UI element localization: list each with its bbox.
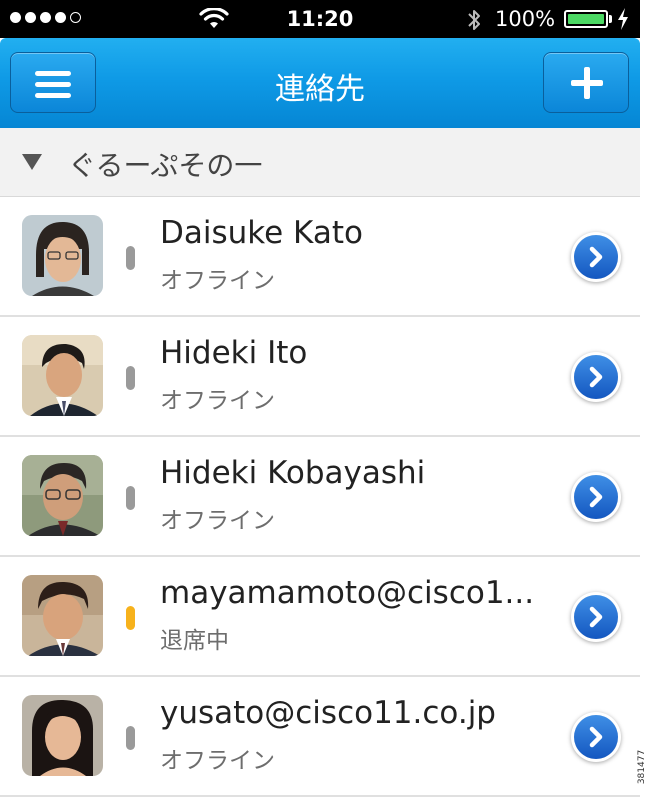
chevron-right-icon [589,606,603,628]
navigation-bar: 連絡先 [0,38,640,129]
contact-name: Hideki Kobayashi [160,455,426,491]
battery-percentage: 100% [495,7,556,31]
chevron-right-icon [589,486,603,508]
status-bar: 11:20 100% [0,0,640,38]
contact-row[interactable]: Hideki Ito オフライン [0,317,640,437]
contact-status: オフライン [160,268,275,294]
presence-indicator [126,246,135,270]
chevron-right-icon [589,246,603,268]
contact-detail-button[interactable] [574,475,618,519]
contact-row[interactable]: yusato@cisco11.co.jp オフライン [0,677,640,797]
avatar [22,455,103,536]
presence-indicator [126,606,135,630]
presence-indicator [126,366,135,390]
contact-row[interactable]: mayamamoto@cisco1... 退席中 [0,557,640,677]
contact-status: 退席中 [160,628,229,654]
contact-name: Hideki Ito [160,335,308,371]
group-header[interactable]: ぐるーぷその一 [0,128,640,197]
contact-name: mayamamoto@cisco1... [160,575,535,611]
group-name: ぐるーぷその一 [68,149,263,182]
avatar [22,215,103,296]
contacts-screen: 11:20 100% 連絡先 ぐるーぷその一 Daisuke Kato オフライ… [0,0,640,800]
contact-detail-button[interactable] [574,595,618,639]
contact-status: オフライン [160,508,275,534]
contact-row[interactable]: Hideki Kobayashi オフライン [0,437,640,557]
contact-detail-button[interactable] [574,715,618,759]
contact-status: オフライン [160,388,275,414]
presence-indicator [126,486,135,510]
contact-detail-button[interactable] [574,355,618,399]
chevron-right-icon [589,366,603,388]
contact-list: Daisuke Kato オフライン Hideki Ito オフライン Hide… [0,197,640,797]
contact-status: オフライン [160,748,275,774]
contact-name: Daisuke Kato [160,215,363,251]
contact-row[interactable]: Daisuke Kato オフライン [0,197,640,317]
avatar [22,695,103,776]
chevron-right-icon [589,726,603,748]
avatar [22,575,103,656]
avatar [22,335,103,416]
contact-name: yusato@cisco11.co.jp [160,695,496,731]
bluetooth-icon [468,10,480,30]
presence-indicator [126,726,135,750]
figure-code-text: 381477 [637,749,648,785]
figure-code: 381477 [637,740,654,800]
battery-icon [564,10,608,28]
contact-detail-button[interactable] [574,235,618,279]
charging-bolt-icon [618,8,628,30]
collapse-triangle-icon[interactable] [22,154,42,170]
add-contact-button[interactable] [543,52,629,113]
